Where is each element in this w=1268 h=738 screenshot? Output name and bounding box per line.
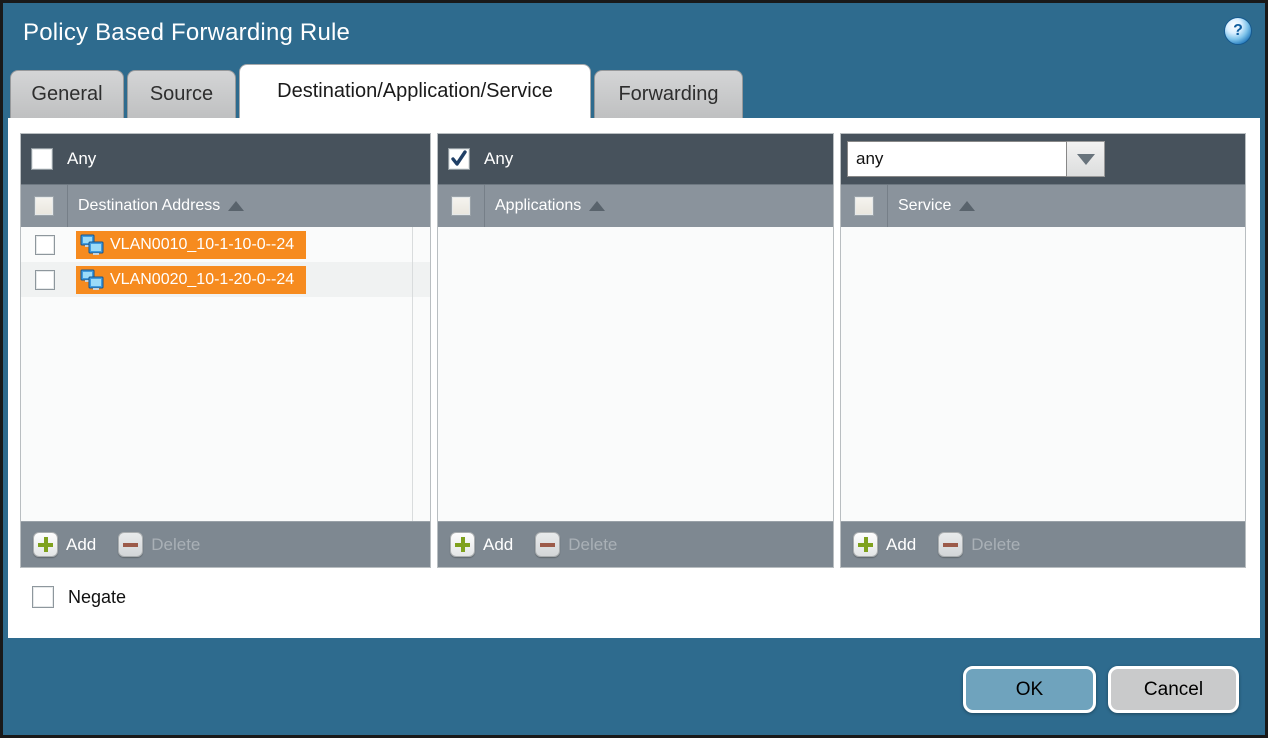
service-list [841, 227, 1245, 521]
sort-ascending-icon [589, 201, 605, 211]
service-dropdown-input[interactable] [847, 141, 1067, 177]
applications-any-label: Any [484, 149, 513, 169]
applications-column-label: Applications [495, 197, 581, 215]
address-group-icon [80, 269, 104, 291]
destination-column-label: Destination Address [78, 197, 220, 215]
service-dropdown-bar [841, 134, 1245, 184]
destination-entry-label: VLAN0020_10-1-20-0--24 [110, 271, 294, 289]
destination-row-checkbox[interactable] [35, 270, 55, 290]
cancel-button[interactable]: Cancel [1108, 666, 1239, 713]
service-dropdown-button[interactable] [1067, 141, 1105, 177]
help-icon[interactable]: ? [1224, 17, 1252, 45]
destination-column-header[interactable]: Destination Address [21, 184, 430, 227]
destination-address-panel: Any Destination Address [20, 133, 431, 568]
tab-content-area: Any Destination Address [8, 118, 1260, 638]
tab-destination-application-service[interactable]: Destination/Application/Service [239, 64, 591, 118]
tab-forwarding[interactable]: Forwarding [594, 70, 743, 118]
applications-panel-footer: Add Delete [438, 521, 833, 567]
service-add-button[interactable]: Add [853, 532, 916, 557]
title-bar: Policy Based Forwarding Rule ? [3, 3, 1265, 65]
tab-general[interactable]: General [10, 70, 124, 118]
delete-minus-icon [535, 532, 560, 557]
applications-any-bar: Any [438, 134, 833, 184]
service-dropdown [847, 141, 1105, 177]
service-select-all-checkbox[interactable] [854, 196, 874, 216]
applications-column-header[interactable]: Applications [438, 184, 833, 227]
destination-entry[interactable]: VLAN0010_10-1-10-0--24 [76, 231, 306, 259]
service-panel-footer: Add Delete [841, 521, 1245, 567]
chevron-down-icon [1077, 154, 1095, 165]
negate-row: Negate [32, 586, 126, 608]
destination-entry-label: VLAN0010_10-1-10-0--24 [110, 236, 294, 254]
tab-bar: General Source Destination/Application/S… [10, 64, 743, 118]
destination-any-checkbox[interactable] [31, 148, 53, 170]
ok-button[interactable]: OK [963, 666, 1096, 713]
service-panel: Service Add Delete [840, 133, 1246, 568]
destination-panel-footer: Add Delete [21, 521, 430, 567]
tab-source[interactable]: Source [127, 70, 236, 118]
negate-checkbox[interactable] [32, 586, 54, 608]
address-group-icon [80, 234, 104, 256]
add-plus-icon [33, 532, 58, 557]
destination-any-bar: Any [21, 134, 430, 184]
delete-minus-icon [938, 532, 963, 557]
negate-label: Negate [68, 587, 126, 608]
delete-minus-icon [118, 532, 143, 557]
applications-select-all-checkbox[interactable] [451, 196, 471, 216]
destination-add-button[interactable]: Add [33, 532, 96, 557]
applications-delete-button[interactable]: Delete [535, 532, 617, 557]
destination-row-checkbox[interactable] [35, 235, 55, 255]
destination-row: VLAN0010_10-1-10-0--24 [21, 227, 430, 262]
destination-delete-button[interactable]: Delete [118, 532, 200, 557]
service-column-header[interactable]: Service [841, 184, 1245, 227]
add-plus-icon [853, 532, 878, 557]
sort-ascending-icon [959, 201, 975, 211]
applications-any-checkbox[interactable] [448, 148, 470, 170]
applications-list [438, 227, 833, 521]
sort-ascending-icon [228, 201, 244, 211]
service-delete-button[interactable]: Delete [938, 532, 1020, 557]
applications-panel: Any Applications Add Delete [437, 133, 834, 568]
policy-based-forwarding-dialog: Policy Based Forwarding Rule ? General S… [0, 0, 1268, 738]
dialog-title: Policy Based Forwarding Rule [23, 19, 350, 47]
applications-add-button[interactable]: Add [450, 532, 513, 557]
destination-select-all-checkbox[interactable] [34, 196, 54, 216]
destination-row: VLAN0020_10-1-20-0--24 [21, 262, 430, 297]
checkmark-icon [450, 150, 468, 168]
service-column-label: Service [898, 197, 951, 215]
destination-entry[interactable]: VLAN0020_10-1-20-0--24 [76, 266, 306, 294]
destination-any-label: Any [67, 149, 96, 169]
add-plus-icon [450, 532, 475, 557]
scrollbar-gutter [412, 227, 413, 521]
destination-list: VLAN0010_10-1-10-0--24 [21, 227, 430, 521]
